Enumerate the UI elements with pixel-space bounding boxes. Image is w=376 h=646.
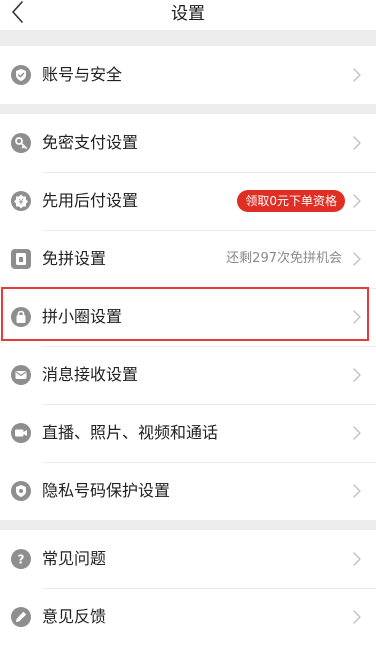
- row-label: 先用后付设置: [42, 191, 139, 210]
- chevron-right-icon: [353, 484, 361, 498]
- badge-icon: ¥: [11, 191, 31, 211]
- question-icon: ?: [11, 549, 31, 569]
- row-account-security[interactable]: 账号与安全: [0, 46, 376, 104]
- remaining-count-hint: 还剩297次免拼机会: [226, 251, 342, 266]
- chevron-right-icon: [353, 552, 361, 566]
- row-password-free-payment[interactable]: 免密支付设置: [0, 114, 376, 172]
- bag-icon: [11, 307, 31, 327]
- settings-group-main: 免密支付设置 ¥ 先用后付设置 领取0元下单资格 免拼设置 还剩297次免拼机会: [0, 114, 376, 520]
- row-live-photo-video-call[interactable]: 直播、照片、视频和通话: [0, 404, 376, 462]
- top-nav-bar: 设置: [0, 0, 376, 30]
- row-label: 隐私号码保护设置: [42, 481, 171, 500]
- key-icon: [11, 133, 31, 153]
- chevron-right-icon: [353, 252, 361, 266]
- privacy-shield-icon: [11, 481, 31, 501]
- row-pinxiaoquan-settings[interactable]: 拼小圈设置: [0, 288, 376, 346]
- row-label: 意见反馈: [42, 607, 107, 626]
- row-label: 免密支付设置: [42, 133, 139, 152]
- chevron-right-icon: [353, 610, 361, 624]
- chevron-right-icon: [353, 68, 361, 82]
- row-feedback[interactable]: 意见反馈: [0, 588, 376, 646]
- chevron-right-icon: [353, 310, 361, 324]
- row-privacy-number-protection[interactable]: 隐私号码保护设置: [0, 462, 376, 520]
- row-label: 消息接收设置: [42, 365, 139, 384]
- row-label: 常见问题: [42, 549, 107, 568]
- row-message-settings[interactable]: 消息接收设置: [0, 346, 376, 404]
- row-label: 免拼设置: [42, 249, 107, 268]
- row-faq[interactable]: ? 常见问题: [0, 530, 376, 588]
- svg-text:¥: ¥: [18, 198, 23, 207]
- chevron-right-icon: [353, 194, 361, 208]
- settings-group-account: 账号与安全: [0, 46, 376, 104]
- svg-text:?: ?: [18, 553, 25, 567]
- chevron-right-icon: [353, 136, 361, 150]
- video-icon: [11, 423, 31, 443]
- row-pay-later[interactable]: ¥ 先用后付设置 领取0元下单资格: [0, 172, 376, 230]
- pencil-icon: [11, 607, 31, 627]
- settings-group-help: ? 常见问题 意见反馈: [0, 530, 376, 646]
- message-icon: [11, 365, 31, 385]
- chevron-right-icon: [353, 368, 361, 382]
- promo-badge[interactable]: 领取0元下单资格: [237, 190, 345, 212]
- shield-icon: [11, 65, 31, 85]
- chevron-right-icon: [353, 426, 361, 440]
- row-skip-group-buy[interactable]: 免拼设置 还剩297次免拼机会: [0, 230, 376, 288]
- row-label: 直播、照片、视频和通话: [42, 423, 219, 442]
- row-label: 账号与安全: [42, 65, 123, 84]
- page-title: 设置: [171, 4, 205, 24]
- row-label: 拼小圈设置: [42, 307, 123, 326]
- ticket-icon: [11, 249, 31, 269]
